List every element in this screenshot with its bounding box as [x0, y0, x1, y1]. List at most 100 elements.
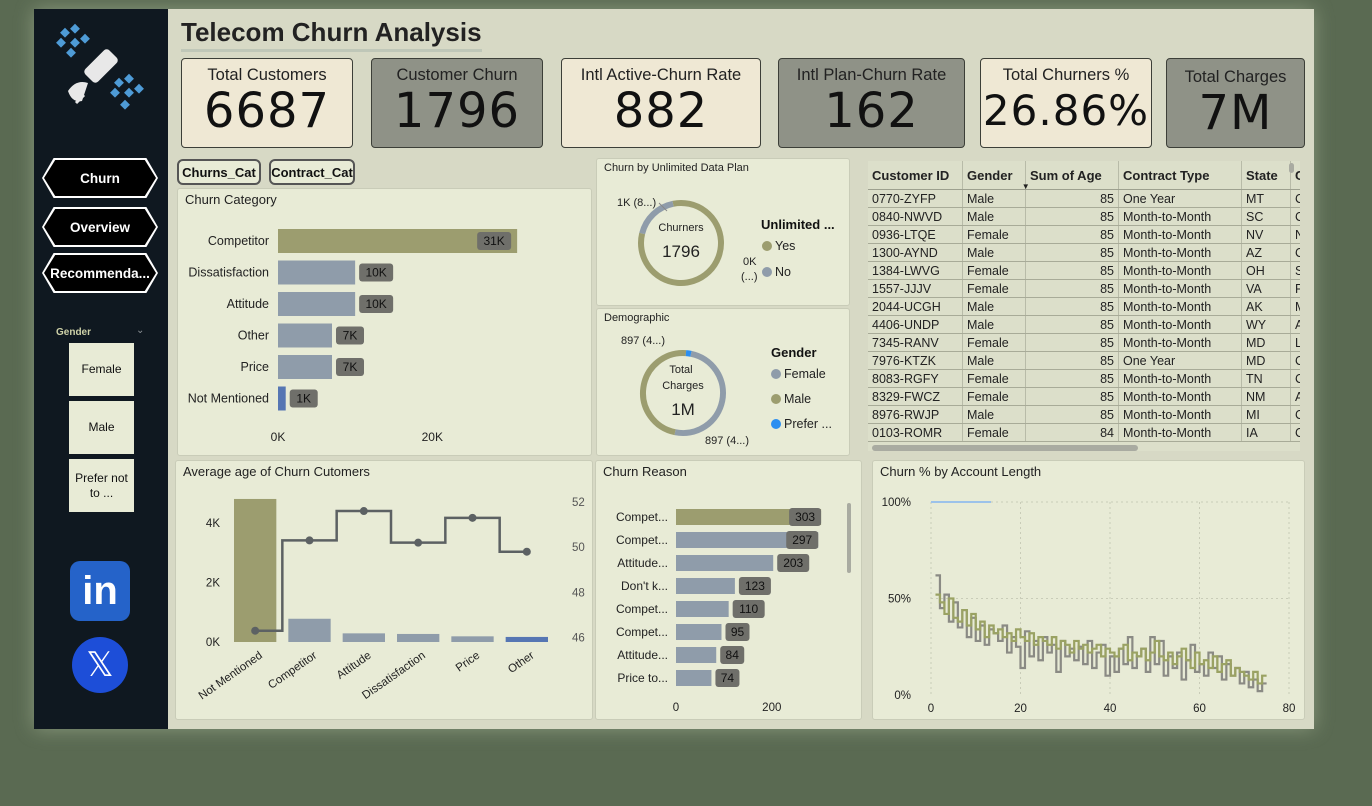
table-row[interactable]: 8329-FWCZFemale85Month-to-MonthNMAttitu [868, 387, 1300, 406]
table-cell: Attitu [1290, 315, 1300, 334]
y-tick-label: 0K [206, 637, 220, 649]
column-header[interactable]: Contract Type [1118, 161, 1242, 190]
data-label: 1K [296, 392, 311, 406]
x-tick-label: 80 [1283, 703, 1296, 715]
slicer-option-prefer-not[interactable]: Prefer not to ... [69, 459, 134, 512]
table-row[interactable]: 1300-AYNDMale85Month-to-MonthAZCom [868, 243, 1300, 262]
column-header[interactable]: Gender [962, 161, 1026, 190]
age-line-point [251, 626, 260, 635]
table-cell: 1557-JJJV [868, 279, 963, 298]
slicer-option-female[interactable]: Female [69, 343, 134, 396]
data-label: 297 [792, 533, 812, 547]
x-tick-label: Not Mentioned [197, 650, 265, 703]
demographic-donut: Total Charges 1M 897 (4...) 897 (4...) Gender… [621, 335, 832, 447]
legend-label: Yes [775, 239, 795, 253]
column-header[interactable]: State [1241, 161, 1291, 190]
data-label: 74 [721, 671, 735, 685]
category-bar [278, 323, 332, 348]
table-cell: MI [1241, 405, 1291, 424]
table-cell: 85 [1025, 207, 1119, 226]
reason-label: Don't k... [621, 579, 668, 593]
table-cell: 85 [1025, 351, 1119, 370]
horizontal-scrollbar[interactable] [872, 445, 1138, 451]
age-line-series [255, 509, 527, 632]
table-cell: 1384-LWVG [868, 261, 963, 280]
table-cell: Male [962, 315, 1026, 334]
table-cell: 0840-NWVD [868, 207, 963, 226]
kpi-customer-churn: Customer Churn 1796 [371, 58, 543, 148]
x-tick-label: 0 [673, 702, 679, 714]
table-cell: 7976-KTZK [868, 351, 963, 370]
table-cell: Female [962, 279, 1026, 298]
reason-bar [676, 624, 722, 640]
table-cell: Com [1290, 351, 1300, 370]
satellite-icon [56, 23, 144, 110]
table-row[interactable]: 8083-RGFYFemale85Month-to-MonthTNCom [868, 369, 1300, 388]
x-twitter-icon[interactable]: 𝕏 [72, 637, 128, 693]
x-tick-label: 20 [1014, 703, 1027, 715]
donut-data-label: 897 (4...) [705, 435, 749, 447]
tab-churns-cat[interactable]: Churns_Cat [177, 159, 261, 185]
category-bar [278, 292, 356, 316]
unlimited-plan-panel: Churn by Unlimited Data Plan Churners 179… [596, 158, 850, 306]
category-bar [278, 386, 286, 411]
table-cell: 85 [1025, 225, 1119, 244]
donut-center-value: 1M [671, 400, 695, 419]
table-row[interactable]: 7345-RANVFemale85Month-to-MonthMDLong [868, 333, 1300, 352]
x-tick-label: 0 [928, 703, 934, 715]
table-row[interactable]: 7976-KTZKMale85One YearMDCom [868, 351, 1300, 370]
table-cell: Mov [1290, 297, 1300, 316]
legend-marker [771, 419, 781, 429]
table-row[interactable]: 1557-JJJVFemale85Month-to-MonthVAProd [868, 279, 1300, 298]
sort-desc-icon[interactable]: ▼ [1022, 182, 1030, 191]
customers-table[interactable]: Customer ID Gender Sum of Age ▼ Contract Typ… [868, 161, 1300, 451]
nav-churn-button[interactable]: Churn [42, 158, 158, 198]
table-cell: OH [1241, 261, 1291, 280]
nav-overview-button[interactable]: Overview [42, 207, 158, 247]
slicer-option-male[interactable]: Male [69, 401, 134, 454]
chevron-down-icon[interactable]: ⌄ [136, 325, 144, 336]
age-line-point [359, 507, 368, 516]
vertical-scrollbar[interactable] [1289, 163, 1294, 173]
data-label: 123 [745, 579, 765, 593]
column-header[interactable]: Customer ID [868, 161, 963, 190]
table-cell: WY [1241, 315, 1291, 334]
tab-contract-cat[interactable]: Contract_Cat [269, 159, 355, 185]
table-row[interactable]: 0840-NWVDMale85Month-to-MonthSCCom [868, 207, 1300, 226]
table-row[interactable]: 8976-RWJPMale85Month-to-MonthMICom [868, 405, 1300, 424]
category-bar [278, 355, 332, 379]
table-row[interactable]: 0770-ZYFPMale85One YearMTCom [868, 189, 1300, 208]
table-row[interactable]: 0936-LTQEFemale85Month-to-MonthNVNetw [868, 225, 1300, 244]
average-age-panel: Average age of Churn Cutomers 4K 2K 0K 52 50… [175, 460, 593, 720]
table-cell: Com [1290, 369, 1300, 388]
table-cell: Netw [1290, 225, 1300, 244]
data-label: 303 [795, 510, 815, 524]
table-row[interactable]: 4406-UNDPMale85Month-to-MonthWYAttitu [868, 315, 1300, 334]
table-row[interactable]: 2044-UCGHMale85Month-to-MonthAKMov [868, 297, 1300, 316]
column-header[interactable]: Sum of Age ▼ [1022, 161, 1119, 191]
kpi-value: 7M [1198, 85, 1273, 141]
data-label: 10K [365, 297, 386, 311]
table-cell: 85 [1025, 315, 1119, 334]
data-label: 95 [731, 625, 745, 639]
age-bar [505, 636, 548, 642]
x-tick-label: Competitor [266, 650, 319, 692]
table-cell: Month-to-Month [1118, 279, 1242, 298]
age-line-point [522, 547, 531, 556]
table-cell: Month-to-Month [1118, 243, 1242, 262]
category-label: Other [238, 329, 269, 343]
table-row[interactable]: 1384-LWVGFemale85Month-to-MonthOHServi [868, 261, 1300, 280]
linkedin-icon[interactable]: in [70, 561, 130, 621]
legend-marker [771, 369, 781, 379]
table-cell: Month-to-Month [1118, 423, 1242, 442]
reason-label: Compet... [616, 533, 668, 547]
y2-tick-label: 46 [572, 632, 585, 644]
x-tick-label: Other [506, 650, 537, 676]
table-cell: Male [962, 405, 1026, 424]
x-tick-label: 20K [422, 430, 443, 444]
nav-recommendations-button[interactable]: Recommenda... [42, 253, 158, 293]
x-tick-label: Attitude [335, 650, 374, 682]
table-row[interactable]: 0103-ROMRFemale84Month-to-MonthIACom [868, 423, 1300, 442]
age-bar [234, 498, 277, 642]
table-cell: Male [962, 189, 1026, 208]
